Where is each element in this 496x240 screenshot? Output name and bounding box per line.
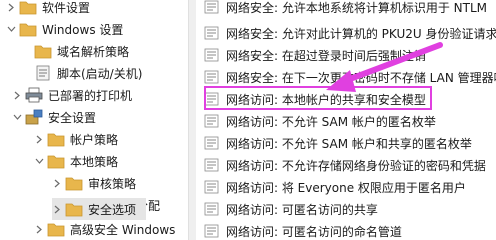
policy-row[interactable]: 网络访问: 不允许 SAM 帐户的匿名枚举 — [204, 110, 436, 132]
policy-label: 网络访问: 不允许 SAM 帐户和共享的匿名枚举 — [226, 136, 472, 151]
tree-item-dns-policy[interactable]: 域名解析策略 — [21, 40, 129, 62]
tree-item-label: 脚本(启动/关机) — [57, 66, 143, 81]
folder-icon — [47, 221, 65, 237]
policy-row[interactable]: 网络访问: 可匿名访问的命名管道 — [204, 220, 402, 240]
policy-row[interactable]: 网络访问: 将 Everyone 权限应用于匿名用户 — [204, 176, 466, 198]
policy-icon — [204, 202, 220, 216]
chevron-right-icon[interactable] — [34, 133, 44, 145]
tree-item-scripts[interactable]: 脚本(启动/关机) — [21, 62, 142, 84]
chevron-right-icon[interactable] — [52, 177, 62, 189]
policy-list: 网络安全: 允许本地系统将计算机标识用于 NTLM 网络安全: 允许对此计算机的… — [196, 0, 496, 240]
tree-item-label: 高级安全 Windows — [70, 222, 176, 237]
policy-icon — [204, 48, 220, 62]
folder-icon — [19, 21, 37, 37]
shield-icon — [25, 109, 43, 125]
chevron-down-icon[interactable] — [12, 111, 22, 123]
chevron-right-icon[interactable] — [6, 1, 16, 13]
tree-item-security-options[interactable]: 安全选项 — [52, 198, 146, 220]
tree-item-security-settings[interactable]: 安全设置 — [6, 106, 96, 128]
tree-item-label: Windows 设置 — [42, 22, 124, 37]
policy-row[interactable]: 网络访问: 可匿名访问的共享 — [204, 198, 378, 220]
tree-item-label: 安全设置 — [48, 110, 97, 125]
tree-item-local-policies[interactable]: 本地策略 — [34, 150, 118, 172]
policy-label: 网络安全: 允许本地系统将计算机标识用于 NTLM — [226, 0, 488, 15]
policy-label: 网络访问: 将 Everyone 权限应用于匿名用户 — [226, 180, 466, 195]
tree-item-label: 域名解析策略 — [57, 44, 130, 59]
chevron-right-icon[interactable] — [52, 203, 62, 215]
pane-splitter[interactable] — [188, 0, 196, 240]
policy-icon — [204, 114, 220, 128]
chevron-down-icon[interactable] — [6, 23, 16, 35]
annotation-arrow-icon — [326, 42, 443, 92]
chevron-right-icon[interactable] — [12, 89, 22, 101]
policy-row[interactable]: 网络访问: 不允许存储网络身份验证的密码和凭据 — [204, 154, 486, 176]
tree-item-label: 帐户策略 — [70, 132, 119, 147]
policy-icon — [204, 70, 220, 84]
policy-icon — [204, 26, 220, 40]
tree-item-label: 本地策略 — [70, 154, 119, 169]
policy-label: 网络访问: 可匿名访问的命名管道 — [226, 224, 402, 239]
folder-icon — [34, 43, 52, 59]
script-icon — [34, 65, 52, 81]
tree-item-advanced-firewall[interactable]: 高级安全 Windows — [34, 218, 175, 240]
policy-icon — [204, 136, 220, 150]
tree-item-account-policies[interactable]: 帐户策略 — [34, 128, 118, 150]
folder-icon — [65, 201, 83, 217]
policy-icon — [204, 158, 220, 172]
tree-item-label: 安全选项 — [88, 202, 137, 217]
chevron-right-icon[interactable] — [34, 223, 44, 235]
chevron-down-icon[interactable] — [34, 155, 44, 167]
policy-label: 网络访问: 可匿名访问的共享 — [226, 202, 378, 217]
folder-icon — [19, 0, 37, 15]
tree-item-label: 审核策略 — [88, 176, 137, 191]
folder-icon — [65, 175, 83, 191]
policy-icon — [204, 180, 220, 194]
policy-label: 网络访问: 不允许存储网络身份验证的密码和凭据 — [226, 158, 486, 173]
tree-item-label: 已部署的打印机 — [48, 88, 133, 103]
printer-icon — [25, 87, 43, 103]
folder-icon — [47, 153, 65, 169]
policy-label: 网络安全: 允许对此计算机的 PKU2U 身份验证请求 — [226, 26, 496, 41]
tree-item-windows-settings[interactable]: Windows 设置 — [0, 18, 123, 40]
policy-row[interactable]: 网络访问: 不允许 SAM 帐户和共享的匿名枚举 — [204, 132, 472, 154]
policy-icon — [204, 0, 220, 14]
tree-item-printers[interactable]: 已部署的打印机 — [6, 84, 132, 106]
policy-icon — [204, 224, 220, 238]
tree-item-software-settings[interactable]: 软件设置 — [0, 0, 90, 18]
folder-icon — [47, 131, 65, 147]
console-tree: 软件设置 Windows 设置 域名解析策略 脚本(启动/关机) 已部署的打印机… — [0, 0, 188, 240]
tree-item-label: 软件设置 — [42, 0, 91, 15]
policy-row[interactable]: 网络安全: 允许本地系统将计算机标识用于 NTLM — [204, 0, 487, 18]
tree-item-audit-policy[interactable]: 审核策略 — [52, 172, 136, 194]
policy-label: 网络访问: 不允许 SAM 帐户的匿名枚举 — [226, 114, 436, 129]
